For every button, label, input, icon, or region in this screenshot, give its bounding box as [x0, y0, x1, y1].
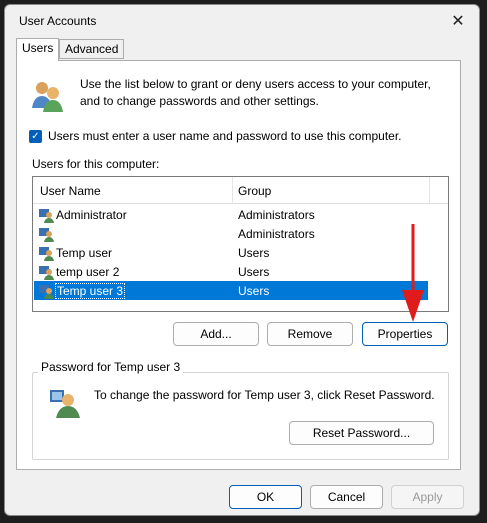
password-instructions: To change the password for Temp user 3, … [94, 388, 435, 402]
tab-advanced-label: Advanced [65, 42, 119, 56]
user-icon [39, 247, 54, 261]
user-group: Users [238, 265, 270, 279]
user-group: Administrators [238, 227, 315, 241]
tab-users[interactable]: Users [16, 38, 60, 61]
user-name: Temp user [56, 246, 113, 260]
require-login-checkbox[interactable]: ✓ [29, 130, 42, 143]
user-group: Users [238, 246, 270, 260]
users-list[interactable]: User Name Group Administrator Administra… [32, 176, 449, 312]
ok-button[interactable]: OK [229, 485, 302, 509]
reset-password-button[interactable]: Reset Password... [289, 421, 434, 445]
require-login-label[interactable]: Users must enter a user name and passwor… [48, 129, 402, 143]
table-row[interactable]: temp user 2 Users [34, 262, 428, 281]
add-button[interactable]: Add... [173, 322, 259, 346]
table-row-selected[interactable]: Temp user 3 Users [34, 281, 428, 300]
user-name: temp user 2 [56, 265, 120, 279]
title-bar: User Accounts ✕ [5, 5, 479, 37]
tab-advanced[interactable]: Advanced [59, 39, 125, 59]
user-name: Temp user 3 [54, 283, 126, 299]
password-group-title: Password for Temp user 3 [38, 360, 184, 374]
user-group: Users [238, 284, 270, 298]
column-header-group[interactable]: Group [238, 184, 271, 198]
user-name: Administrator [56, 208, 127, 222]
cancel-button[interactable]: Cancel [310, 485, 383, 509]
apply-button: Apply [391, 485, 464, 509]
password-groupbox [32, 372, 449, 460]
user-group: Administrators [238, 208, 315, 222]
tab-users-label: Users [22, 41, 54, 55]
table-row[interactable]: Administrator Administrators [34, 205, 428, 224]
table-row[interactable]: Administrators [34, 224, 428, 243]
intro-text: Use the list below to grant or deny user… [80, 77, 431, 108]
close-icon[interactable]: ✕ [443, 9, 473, 33]
annotation-arrow [402, 224, 424, 322]
table-row[interactable]: Temp user Users [34, 243, 428, 262]
users-list-label: Users for this computer: [32, 157, 160, 171]
list-header: User Name Group [33, 177, 448, 204]
window-title: User Accounts [19, 14, 97, 28]
user-icon [39, 285, 54, 299]
user-icon [39, 228, 54, 242]
user-icon [39, 209, 54, 223]
remove-button[interactable]: Remove [267, 322, 353, 346]
properties-button[interactable]: Properties [362, 322, 448, 346]
user-icon [39, 266, 54, 280]
password-icon [50, 390, 80, 418]
users-icon [32, 82, 63, 112]
column-header-user-name[interactable]: User Name [40, 184, 101, 198]
